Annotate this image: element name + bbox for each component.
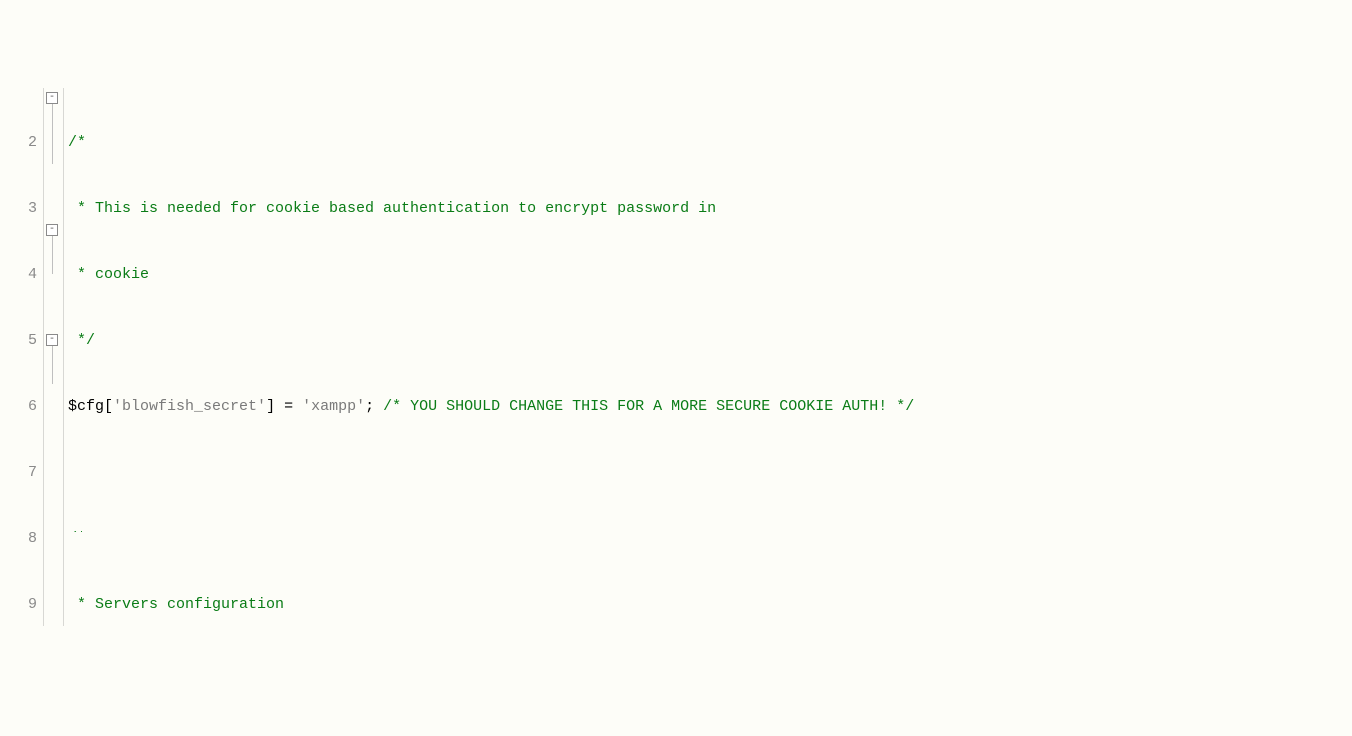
comment-text: * Servers configuration bbox=[68, 596, 284, 613]
comment-text: * This is needed for cookie based authen… bbox=[68, 200, 716, 217]
code-line-9: * Servers configuration bbox=[68, 594, 1352, 616]
operator: = bbox=[275, 398, 302, 415]
comment-trailing: /* YOU SHOULD CHANGE THIS FOR A MORE SEC… bbox=[374, 398, 914, 415]
line-number-gutter: 2 3 4 5 6 7 8 9 10 11 12 13 14 15 16 17 … bbox=[0, 88, 44, 626]
line-number: 7 bbox=[0, 462, 37, 484]
fold-toggle-icon[interactable]: - bbox=[46, 92, 58, 104]
comment-close: */ bbox=[68, 332, 95, 349]
fold-margin: - - - bbox=[44, 88, 64, 626]
line-number: 6 bbox=[0, 396, 37, 418]
bracket: [ bbox=[104, 398, 113, 415]
fold-toggle-icon[interactable]: - bbox=[46, 334, 58, 346]
comment-text: * cookie bbox=[68, 266, 149, 283]
code-line-3: * This is needed for cookie based authen… bbox=[68, 198, 1352, 220]
code-area[interactable]: /* * This is needed for cookie based aut… bbox=[64, 88, 1352, 626]
annotation-overlay-top bbox=[64, 494, 524, 506]
code-line-4: * cookie bbox=[68, 264, 1352, 286]
line-number: 5 bbox=[0, 330, 37, 352]
code-line-2: /* bbox=[68, 132, 1352, 154]
code-line-6: $cfg['blowfish_secret'] = 'xampp'; /* YO… bbox=[68, 396, 1352, 418]
fold-guide-line bbox=[52, 236, 53, 274]
variable: $cfg bbox=[68, 398, 104, 415]
bracket: ] bbox=[266, 398, 275, 415]
fold-guide-line bbox=[52, 104, 53, 164]
line-number: 9 bbox=[0, 594, 37, 616]
fold-toggle-icon[interactable]: - bbox=[46, 224, 58, 236]
line-number: 4 bbox=[0, 264, 37, 286]
array-key: 'blowfish_secret' bbox=[113, 398, 266, 415]
line-number: 3 bbox=[0, 198, 37, 220]
code-line-5: */ bbox=[68, 330, 1352, 352]
fold-guide-line bbox=[52, 346, 53, 384]
code-line-7 bbox=[68, 462, 1352, 484]
string-value: 'xampp' bbox=[302, 398, 365, 415]
semicolon: ; bbox=[365, 398, 374, 415]
line-number: 2 bbox=[0, 132, 37, 154]
line-number: 8 bbox=[0, 528, 37, 550]
comment-open: /* bbox=[68, 134, 86, 151]
annotation-overlay-bottom bbox=[64, 532, 524, 544]
code-editor: 2 3 4 5 6 7 8 9 10 11 12 13 14 15 16 17 … bbox=[0, 88, 1352, 626]
